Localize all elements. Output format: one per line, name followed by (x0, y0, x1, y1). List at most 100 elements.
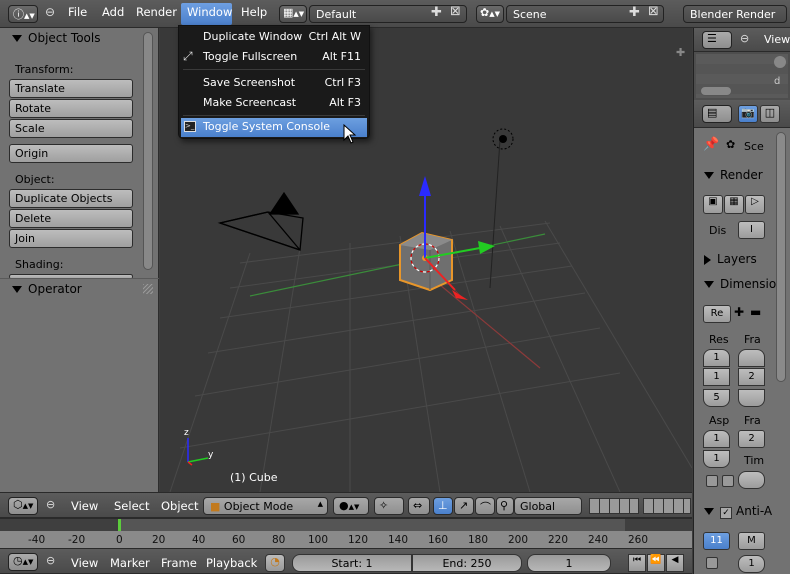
view3d-menu-view[interactable]: View (71, 499, 98, 513)
frame-end-field[interactable]: 2 (738, 368, 765, 386)
render-panel-header[interactable]: Render (704, 168, 763, 182)
render-animation-button[interactable]: ▦ (724, 195, 744, 214)
scene-field[interactable]: Scene (506, 5, 664, 23)
object-tools-header[interactable]: Object Tools (12, 31, 100, 45)
frame-step-field[interactable] (738, 389, 765, 407)
menu-file[interactable]: File (68, 5, 87, 19)
remove-preset-icon[interactable]: ▬ (750, 305, 761, 319)
menu-item-toggle-system-console[interactable]: >_ Toggle System Console (181, 118, 367, 137)
display-select[interactable]: I (738, 221, 765, 239)
outliner-menu-view[interactable]: View (764, 33, 790, 46)
transform-orientation-select[interactable]: Global (514, 497, 582, 515)
resolution-y-field[interactable]: 1 (703, 368, 730, 386)
manipulator-toggle[interactable]: ⇔ (408, 497, 430, 515)
menu-add[interactable]: Add (102, 5, 124, 19)
layer-buttons-b[interactable] (643, 498, 691, 514)
layer-buttons-a[interactable] (589, 498, 639, 514)
pivot-select[interactable]: ✧ (374, 497, 404, 515)
anti-aliasing-panel-header[interactable]: ✓ Anti-A (704, 504, 772, 519)
jump-start-button[interactable]: ⏮ (628, 554, 646, 572)
aa-filter-select[interactable]: M (738, 532, 765, 550)
scale-manipulator-button[interactable]: ⌒ (475, 497, 495, 515)
screen-layout-field[interactable]: Default (309, 5, 467, 23)
resolution-x-field[interactable]: 1 (703, 349, 730, 367)
crop-checkbox[interactable] (722, 475, 734, 487)
render-preset-select[interactable]: Re (703, 305, 731, 323)
delete-scene-icon[interactable]: ⊠ (648, 4, 659, 19)
current-frame-indicator[interactable] (118, 519, 121, 531)
delete-layout-icon[interactable]: ⊠ (450, 4, 461, 19)
timeline-menu-playback[interactable]: Playback (206, 556, 257, 570)
preview-range-button[interactable]: ◔ (265, 554, 285, 572)
render-image-button[interactable]: ▣ (703, 195, 723, 214)
menu-item-save-screenshot[interactable]: Save Screenshot Ctrl F3 (181, 73, 367, 93)
aa-samples-field[interactable]: 11 (703, 532, 730, 550)
resolution-pct-field[interactable]: 5 (703, 389, 730, 407)
add-scene-icon[interactable]: ✚ (629, 5, 640, 20)
viewport-shading-select[interactable]: ●▲▼ (333, 497, 369, 515)
menu-item-make-screencast[interactable]: Make Screencast Alt F3 (181, 93, 367, 113)
aspect-y-field[interactable]: 1 (703, 450, 730, 468)
dimensions-panel-header[interactable]: Dimensio (704, 277, 776, 291)
properties-scrollbar[interactable] (776, 132, 786, 382)
properties-editor-type[interactable]: ▤ (702, 105, 732, 123)
menu-item-toggle-fullscreen[interactable]: ⤢ Toggle Fullscreen Alt F11 (181, 47, 367, 67)
render-tab-button[interactable]: 📷 (738, 105, 758, 123)
current-frame-field[interactable]: 1 (527, 554, 611, 572)
rotate-manipulator-button[interactable]: ↗ (454, 497, 474, 515)
frame-start-field[interactable] (738, 349, 765, 367)
frame-rate-select[interactable]: 2 (738, 430, 765, 448)
delete-button[interactable]: Delete (9, 209, 133, 228)
play-animation-button[interactable]: ▷ (745, 195, 765, 214)
menu-item-duplicate-window[interactable]: Duplicate Window Ctrl Alt W (181, 27, 367, 47)
editor-type-3d-button[interactable]: ⬡▲▼ (8, 497, 38, 515)
menu-help[interactable]: Help (241, 5, 267, 19)
border-checkbox[interactable] (706, 475, 718, 487)
view3d-menu-select[interactable]: Select (114, 499, 149, 513)
timeline-menu-marker[interactable]: Marker (110, 556, 150, 570)
rotate-button[interactable]: Rotate (9, 99, 133, 118)
anti-aliasing-checkbox-icon[interactable]: ✓ (720, 507, 732, 519)
collapse-menu-icon[interactable]: ⊖ (46, 554, 55, 567)
add-layout-icon[interactable]: ✚ (431, 5, 442, 20)
duplicate-objects-button[interactable]: Duplicate Objects (9, 189, 133, 208)
layers-panel-header[interactable]: Layers (704, 252, 757, 266)
tool-shelf-scrollbar[interactable] (143, 32, 153, 270)
time-remap-old-field[interactable] (738, 471, 765, 489)
aspect-x-field[interactable]: 1 (703, 430, 730, 448)
collapse-menu-icon[interactable]: ⊖ (46, 498, 55, 511)
render-engine-select[interactable]: Blender Render (683, 5, 787, 23)
scale-button[interactable]: Scale (9, 119, 133, 138)
outliner-hscroll[interactable] (700, 86, 732, 96)
resize-grip-icon[interactable] (143, 284, 153, 294)
layers-tab-button[interactable]: ◫ (760, 105, 780, 123)
lamp-object[interactable] (492, 128, 514, 150)
operator-header[interactable]: Operator (12, 282, 82, 296)
viewport-plus-icon[interactable]: ✚ (676, 46, 685, 59)
camera-object[interactable] (217, 191, 304, 251)
prev-keyframe-button[interactable]: ⏪ (647, 554, 665, 572)
translate-manipulator-button[interactable]: ⊥ (433, 497, 453, 515)
origin-button[interactable]: Origin (9, 144, 133, 163)
start-frame-field[interactable]: Start: 1 (292, 554, 412, 572)
full-sample-checkbox[interactable] (706, 557, 718, 569)
pin-icon[interactable]: 📌 (703, 137, 719, 152)
timeline-menu-frame[interactable]: Frame (161, 556, 197, 570)
scene-icon-button[interactable]: ✿▲▼ (476, 5, 504, 23)
join-button[interactable]: Join (9, 229, 133, 248)
timeline-menu-view[interactable]: View (71, 556, 98, 570)
menu-window[interactable]: Window (187, 5, 232, 19)
outliner-scroll-handle[interactable] (774, 56, 786, 68)
add-preset-icon[interactable]: ✚ (734, 305, 744, 319)
extra-manipulator-button[interactable]: ⚲ (496, 497, 514, 515)
outliner-editor-type[interactable]: ☰ (702, 31, 732, 49)
menu-render[interactable]: Render (136, 5, 177, 19)
screen-layout-icon-button[interactable]: ▦▲▼ (279, 5, 307, 23)
aa-filter-size-field[interactable]: 1 (738, 555, 765, 573)
translate-button[interactable]: Translate (9, 79, 133, 98)
mode-select[interactable]: ■ Object Mode ▲ (203, 497, 328, 515)
end-frame-field[interactable]: End: 250 (412, 554, 522, 572)
editor-type-timeline-button[interactable]: ◷▲▼ (8, 553, 38, 571)
collapse-menu-icon[interactable]: ⊖ (740, 32, 749, 45)
view3d-menu-object[interactable]: Object (161, 499, 198, 513)
